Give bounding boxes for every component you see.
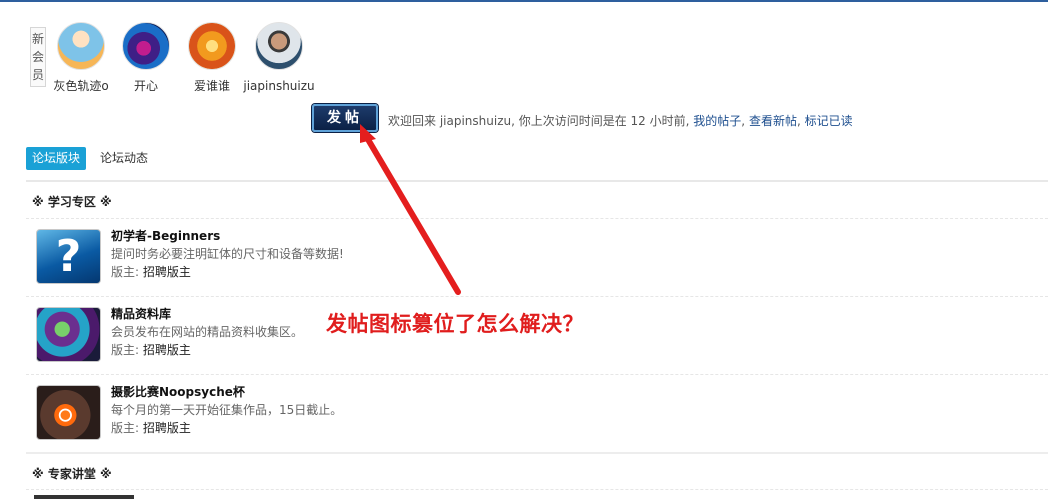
avatar[interactable] [57,22,105,70]
member-name[interactable]: 开心 [111,78,181,94]
forum-title[interactable]: 精品资料库 [111,305,171,322]
forum-moderator: 版主: 招聘版主 [111,341,191,358]
coral-icon[interactable] [36,307,101,362]
new-members-label: 新会员 [30,27,46,87]
section-title[interactable]: ※ 专家讲堂 ※ [32,465,112,482]
my-posts-link[interactable]: 我的帖子 [693,114,741,128]
forum-icon-partial [34,495,134,499]
divider [26,374,1048,375]
member-item[interactable]: 爱谁谁 [177,22,247,94]
divider [26,489,1048,490]
moderator-link[interactable]: 招聘版主 [143,343,191,357]
forum-description: 提问时务必要注明缸体的尺寸和设备等数据! [111,247,344,261]
avatar[interactable] [255,22,303,70]
moderator-link[interactable]: 招聘版主 [143,421,191,435]
moderator-label: 版主: [111,421,140,435]
top-border [0,0,1048,2]
welcome-message: 欢迎回来 jiapinshuizu, 你上次访问时间是在 12 小时前, 我的帖… [388,112,853,129]
divider [26,452,1048,454]
forum-item[interactable]: ? 初学者-Beginners 提问时务必要注明缸体的尺寸和设备等数据! 版主:… [36,229,736,289]
mark-read-link[interactable]: 标记已读 [805,114,853,128]
tab-forum-activity[interactable]: 论坛动态 [100,147,148,170]
moderator-link[interactable]: 招聘版主 [143,265,191,279]
member-item[interactable]: jiapinshuizu [243,22,315,94]
forum-title[interactable]: 初学者-Beginners [111,227,220,244]
divider [26,296,1048,297]
section-title[interactable]: ※ 学习专区 ※ [32,193,112,210]
forum-description: 每个月的第一天开始征集作品，15日截止。 [111,403,343,417]
welcome-text: 欢迎回来 jiapinshuizu, 你上次访问时间是在 12 小时前, [388,114,690,128]
member-name[interactable]: jiapinshuizu [243,78,315,94]
moderator-label: 版主: [111,343,140,357]
forum-moderator: 版主: 招聘版主 [111,419,191,436]
divider [26,218,1048,219]
forum-moderator: 版主: 招聘版主 [111,263,191,280]
member-item[interactable]: 开心 [111,22,181,94]
member-item[interactable]: 灰色轨迹o [46,22,116,94]
forum-description: 会员发布在网站的精品资料收集区。 [111,325,304,339]
forum-item[interactable]: 摄影比赛Noopsyche杯 每个月的第一天开始征集作品，15日截止。 版主: … [36,385,736,445]
separator: , [741,114,746,128]
view-new-posts-link[interactable]: 查看新帖 [749,114,797,128]
annotation-text: 发帖图标篡位了怎么解决？ [326,312,584,336]
divider [26,180,1048,182]
avatar[interactable] [188,22,236,70]
new-post-button[interactable]: 发帖 [312,104,378,132]
moderator-label: 版主: [111,265,140,279]
tab-forum-sections[interactable]: 论坛版块 [26,147,87,170]
avatar[interactable] [122,22,170,70]
forum-title[interactable]: 摄影比赛Noopsyche杯 [111,383,245,400]
member-name[interactable]: 灰色轨迹o [46,78,116,94]
clownfish-icon[interactable] [36,385,101,440]
separator: , [796,114,801,128]
question-icon[interactable]: ? [36,229,101,284]
member-name[interactable]: 爱谁谁 [177,78,247,94]
